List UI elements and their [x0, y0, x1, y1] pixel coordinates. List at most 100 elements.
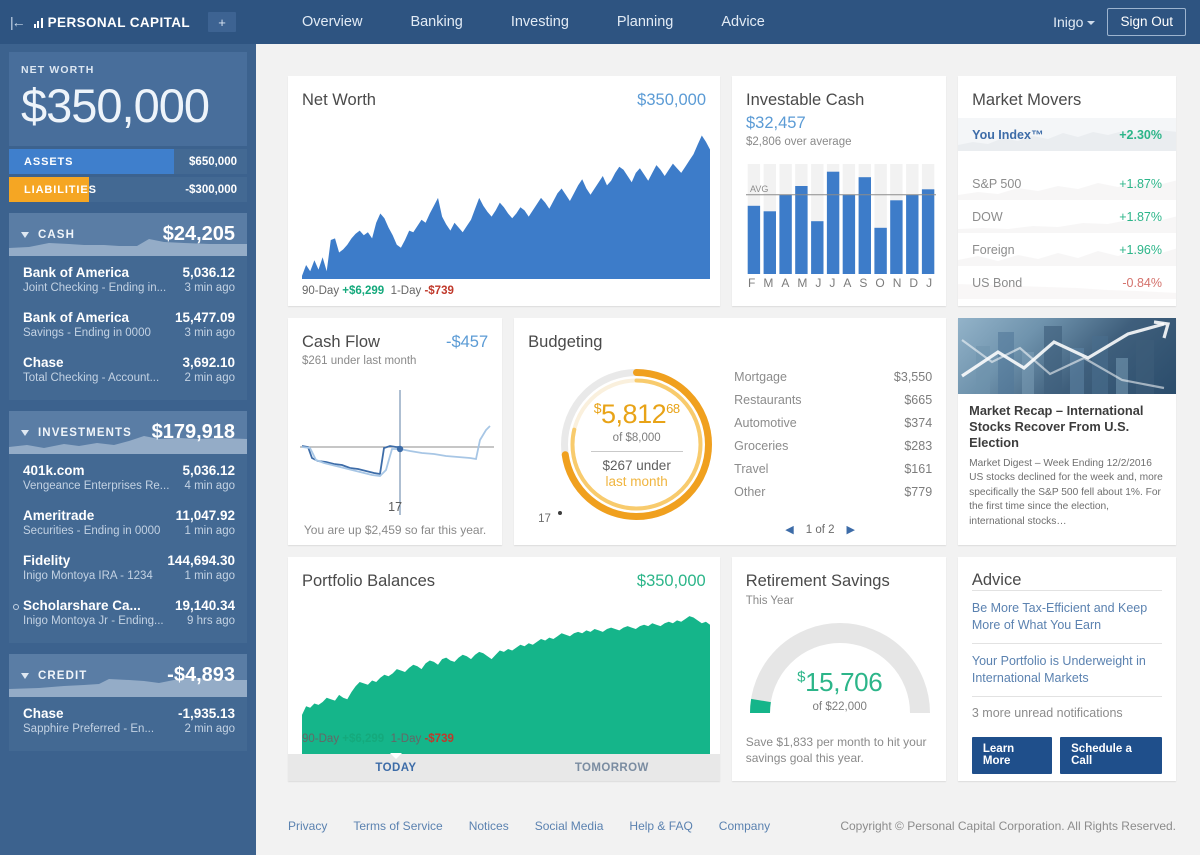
- market-mover-row-foreign[interactable]: Foreign +1.96%: [958, 233, 1176, 266]
- account-updated: 3 min ago: [184, 282, 235, 295]
- card-market-movers[interactable]: Market Movers You Index™ +2.30% S&P 500 …: [958, 76, 1176, 306]
- learn-more-button[interactable]: Learn More: [971, 736, 1053, 774]
- footer-link[interactable]: Privacy: [288, 819, 327, 833]
- nav-item-planning[interactable]: Planning: [593, 0, 697, 44]
- account-description: Savings - Ending in 0000: [23, 327, 151, 340]
- group-header-cash[interactable]: CASH $24,205: [9, 213, 247, 257]
- nav-item-advice[interactable]: Advice: [697, 0, 789, 44]
- account-name: Ameritrade: [23, 508, 95, 524]
- category-name: Other: [734, 485, 766, 499]
- advice-item[interactable]: Be More Tax-Efficient and Keep More of W…: [971, 590, 1162, 643]
- account-updated: 2 min ago: [184, 723, 235, 736]
- net-worth-summary[interactable]: NET WORTH $350,000: [9, 52, 247, 147]
- budget-category-row[interactable]: Mortgage $3,550: [734, 370, 932, 384]
- budget-category-row[interactable]: Groceries $283: [734, 439, 932, 453]
- advice-unread-count: 3 more unread notifications: [971, 695, 1162, 729]
- account-row[interactable]: Ameritrade 11,047.92 Securities - Ending …: [9, 499, 247, 544]
- portfolio-tabs: TODAY TOMORROW: [288, 753, 720, 781]
- top-navigation-bar: |← PERSONAL CAPITAL + Overview Banking I…: [0, 0, 1200, 44]
- card-retirement-savings[interactable]: Retirement Savings This Year $15,706 of …: [731, 557, 946, 781]
- card-title: Investable Cash: [746, 91, 865, 109]
- divider: [590, 450, 683, 452]
- chevron-left-icon[interactable]: ◀: [785, 523, 793, 536]
- card-advice[interactable]: Advice Be More Tax-Efficient and Keep Mo…: [957, 557, 1176, 781]
- nav-item-overview[interactable]: Overview: [278, 0, 386, 44]
- month-label: M: [763, 276, 774, 290]
- brand-logo[interactable]: PERSONAL CAPITAL: [33, 15, 190, 30]
- footer-link[interactable]: Terms of Service: [353, 819, 442, 833]
- budget-category-list: Mortgage $3,550 Restaurants $665 Automotiv…: [734, 370, 932, 508]
- account-row[interactable]: Scholarshare Ca... 19,140.34 Inigo Montoy…: [9, 589, 247, 634]
- caret-down-icon: [21, 672, 29, 679]
- account-row[interactable]: Fidelity 144,694.30 Inigo Montoya IRA - 1…: [9, 544, 247, 589]
- account-name: Chase: [23, 706, 64, 722]
- card-portfolio-balances[interactable]: Portfolio Balances $350,000 90-Day +$6,2…: [288, 557, 720, 781]
- portfolio-90day-value: +$6,299: [342, 733, 385, 745]
- market-mover-row-sp500[interactable]: S&P 500 +1.87%: [958, 167, 1176, 200]
- month-label: M: [797, 276, 808, 290]
- account-row[interactable]: 401k.com 5,036.12 Vengeance Enterprises R…: [9, 454, 247, 499]
- footer-link[interactable]: Company: [719, 819, 770, 833]
- footer-link[interactable]: Help & FAQ: [629, 819, 692, 833]
- chevron-right-icon[interactable]: ▶: [847, 523, 855, 536]
- group-name: INVESTMENTS: [38, 426, 132, 439]
- footer-link[interactable]: Social Media: [535, 819, 604, 833]
- budget-day-label: 17: [538, 513, 551, 525]
- card-title: Retirement Savings: [745, 572, 890, 590]
- assets-row[interactable]: ASSETS $650,000: [9, 149, 247, 175]
- card-budgeting[interactable]: Budgeting $5,81268 of $8,000 $267 under …: [514, 318, 947, 545]
- card-cash-flow[interactable]: Cash Flow -$457 $261 under last month 17…: [288, 318, 503, 545]
- budget-delta: $267 under: [602, 457, 671, 473]
- retirement-saved-value: 15,706: [805, 667, 883, 697]
- group-total: -$4,893: [167, 664, 235, 687]
- net-worth-90day-label: 90-Day: [302, 285, 340, 297]
- advice-item[interactable]: Your Portfolio is Underweight in Interna…: [971, 642, 1162, 696]
- budget-category-row[interactable]: Travel $161: [734, 462, 932, 476]
- group-header-credit[interactable]: CREDIT -$4,893: [9, 654, 247, 698]
- budget-spent-value: 5,812: [601, 398, 667, 429]
- schedule-call-button[interactable]: Schedule a Call: [1060, 736, 1162, 774]
- budget-category-row[interactable]: Automotive $374: [734, 416, 932, 430]
- account-row[interactable]: Bank of America 5,036.12 Joint Checking -…: [9, 256, 247, 301]
- card-investable-cash[interactable]: Investable Cash $32,457 $2,806 over aver…: [732, 76, 947, 306]
- liabilities-row[interactable]: LIABILITIES -$300,000: [9, 177, 247, 203]
- nav-item-banking[interactable]: Banking: [386, 0, 486, 44]
- footer-link[interactable]: Notices: [469, 819, 509, 833]
- month-label: J: [829, 276, 836, 290]
- market-mover-row-you-index[interactable]: You Index™ +2.30%: [958, 118, 1176, 151]
- account-balance: 15,477.09: [174, 310, 235, 326]
- account-name: Fidelity: [23, 553, 71, 569]
- add-account-button[interactable]: +: [208, 12, 237, 32]
- month-label: A: [781, 276, 790, 290]
- tab-today[interactable]: TODAY: [288, 753, 504, 781]
- month-label: D: [909, 276, 919, 290]
- chevron-down-icon: [1087, 21, 1096, 25]
- sign-out-button[interactable]: Sign Out: [1107, 8, 1186, 36]
- svg-text:AVG: AVG: [750, 184, 768, 194]
- group-header-investments[interactable]: INVESTMENTS $179,918: [9, 411, 247, 455]
- market-mover-row-us-bond[interactable]: US Bond -0.84%: [958, 266, 1176, 299]
- budget-category-row[interactable]: Other $779: [734, 485, 932, 499]
- card-net-worth[interactable]: Net Worth $350,000 90-Day +$6,299 1-Day …: [288, 76, 720, 306]
- caret-down-icon: [21, 231, 29, 238]
- budget-category-row[interactable]: Restaurants $665: [734, 393, 932, 407]
- month-label: A: [843, 276, 852, 290]
- tab-tomorrow[interactable]: TOMORROW: [504, 754, 720, 781]
- category-amount: $665: [904, 393, 933, 407]
- account-row[interactable]: Chase -1,935.13 Sapphire Preferred - En..…: [9, 697, 247, 742]
- cash-flow-footer: You are up $2,459 so far this year.: [303, 523, 487, 537]
- market-mover-row-dow[interactable]: DOW +1.87%: [958, 200, 1176, 233]
- user-menu[interactable]: Inigo: [1053, 14, 1096, 30]
- nav-item-investing[interactable]: Investing: [487, 0, 593, 44]
- investable-cash-month-labels: FMAMJJASONDJ: [746, 276, 934, 290]
- account-row[interactable]: Chase 3,692.10 Total Checking - Account..…: [9, 346, 247, 391]
- index-change: +1.87%: [1119, 209, 1162, 224]
- month-label: O: [875, 276, 885, 290]
- account-balance: 5,036.12: [182, 463, 235, 479]
- dashboard-row-3: Portfolio Balances $350,000 90-Day +$6,2…: [288, 557, 1176, 781]
- account-row[interactable]: Bank of America 15,477.09 Savings - Endin…: [9, 301, 247, 346]
- budget-spent: $5,81268: [594, 398, 680, 429]
- card-market-recap[interactable]: Market Recap – International Stocks Reco…: [958, 318, 1176, 545]
- collapse-sidebar-icon[interactable]: |←: [10, 15, 26, 29]
- sidebar: NET WORTH $350,000 ASSETS $650,000 LIABI…: [0, 44, 256, 855]
